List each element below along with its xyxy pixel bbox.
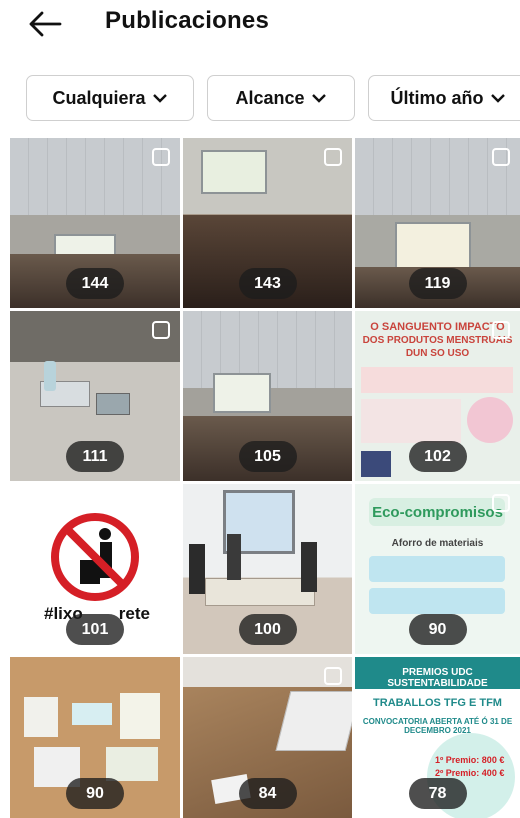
post-tile[interactable]: O SANGUENTO IMPACTO DOS PRODUTOS MENSTRU… [355, 311, 520, 481]
filter-any-button[interactable]: Cualquiera [26, 75, 194, 121]
filter-period-button[interactable]: Último año [368, 75, 520, 121]
post-text: rete [118, 604, 150, 623]
post-tile[interactable]: 111 [10, 311, 180, 481]
post-text: DUN SO USO [405, 348, 470, 359]
arrow-left-icon [29, 11, 62, 37]
post-text: CONVOCATORIA ABERTA ATÉ Ó 31 DE DECEMBRO… [362, 717, 513, 735]
interaction-count: 102 [408, 441, 467, 472]
page-title: Publicaciones [105, 7, 269, 34]
post-text: Aforro de materiais [391, 538, 484, 549]
post-tile[interactable]: 84 [183, 657, 352, 818]
interaction-count: 90 [66, 778, 124, 809]
post-tile[interactable]: 100 [183, 484, 352, 654]
post-tile[interactable]: 144 [10, 138, 180, 308]
top-bar: Publicaciones [0, 0, 520, 48]
chevron-down-icon [311, 94, 326, 103]
post-tile[interactable]: Eco-compromisos Aforro de materiais 90 [355, 484, 520, 654]
filter-reach-button[interactable]: Alcance [207, 75, 355, 121]
chevron-down-icon [490, 94, 505, 103]
interaction-count: 144 [66, 268, 124, 299]
filter-label: Último año [390, 87, 484, 108]
filter-label: Alcance [235, 87, 305, 108]
back-button[interactable] [27, 8, 67, 40]
multiple-photos-icon [152, 321, 170, 339]
post-tile[interactable]: 105 [183, 311, 352, 481]
interaction-count: 84 [238, 778, 297, 809]
post-text: TRABALLOS TFG E TFM [373, 697, 502, 709]
post-tile[interactable]: #lixo rete 101 [10, 484, 180, 654]
post-text: PREMIOS UDC SUSTENTABILIDADE [387, 667, 488, 689]
chevron-down-icon [152, 94, 167, 103]
post-tile[interactable]: 90 [10, 657, 180, 818]
no-littering-icon [51, 513, 139, 601]
multiple-photos-icon [492, 148, 510, 166]
multiple-photos-icon [492, 321, 510, 339]
multiple-photos-icon [152, 148, 170, 166]
post-text: 1º Premio: 800 € [435, 755, 505, 765]
interaction-count: 111 [66, 441, 124, 472]
filter-bar: Cualquiera Alcance Último año [26, 75, 520, 121]
interaction-count: 105 [238, 441, 297, 472]
interaction-count: 100 [238, 614, 297, 645]
post-tile[interactable]: PREMIOS UDC SUSTENTABILIDADE TRABALLOS T… [355, 657, 520, 818]
interaction-count: 90 [408, 614, 467, 645]
multiple-photos-icon [324, 148, 342, 166]
post-tile[interactable]: 119 [355, 138, 520, 308]
interaction-count: 119 [408, 268, 467, 299]
posts-grid: 144 143 119 111 105 O SANGUENTO IMPACTO … [10, 138, 520, 818]
post-tile[interactable]: 143 [183, 138, 352, 308]
filter-label: Cualquiera [52, 87, 146, 108]
interaction-count: 143 [238, 268, 297, 299]
interaction-count: 101 [66, 614, 124, 645]
interaction-count: 78 [408, 778, 467, 809]
post-text: 2º Premio: 400 € [435, 768, 505, 778]
multiple-photos-icon [324, 667, 342, 685]
multiple-photos-icon [492, 494, 510, 512]
